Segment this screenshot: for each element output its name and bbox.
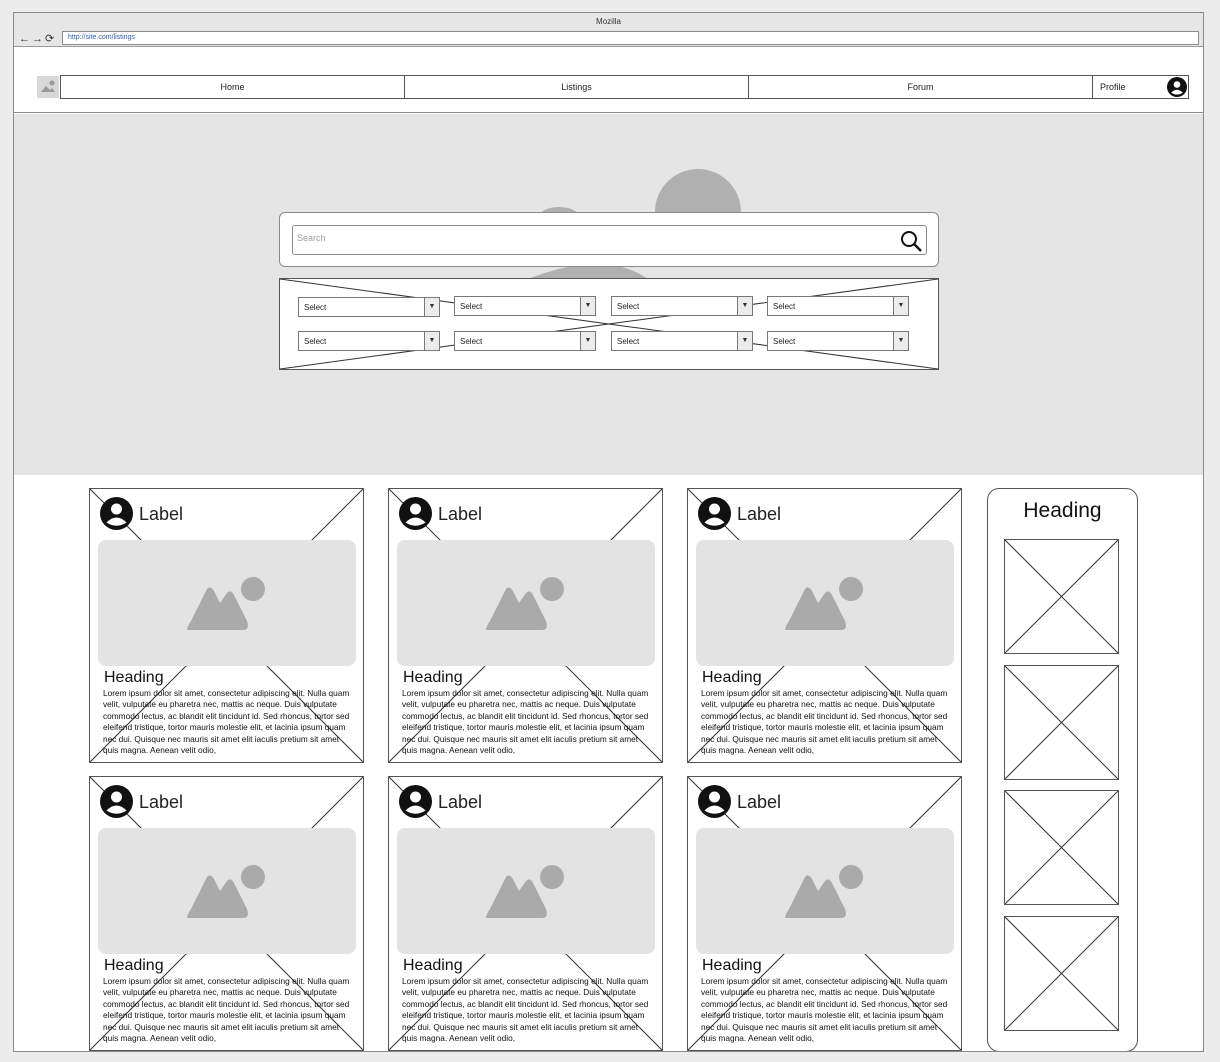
nav-home[interactable]: Home [61, 76, 405, 98]
chevron-down-icon: ▼ [893, 332, 908, 350]
card-image [696, 828, 954, 954]
card-label: Label [139, 504, 184, 525]
title-bar: Mozilla ←→⟳ http://site.com/listings [14, 13, 1203, 47]
chevron-down-icon: ▼ [424, 332, 439, 350]
filter-select-8[interactable]: Select ▼ [767, 331, 909, 351]
user-avatar-icon [399, 497, 432, 530]
filter-select-6[interactable]: Select ▼ [454, 331, 596, 351]
filter-placeholder-x [280, 279, 938, 369]
nav-profile[interactable]: Profile [1093, 76, 1188, 98]
card-body-text: Lorem ipsum dolor sit amet, consectetur … [701, 976, 948, 1044]
image-placeholder-x [1005, 540, 1118, 653]
image-placeholder-icon [187, 865, 265, 918]
window-title: Mozilla [596, 17, 621, 26]
filter-select-4[interactable]: Select ▼ [767, 296, 909, 316]
card-image [696, 540, 954, 666]
card-body-text: Lorem ipsum dolor sit amet, consectetur … [103, 688, 350, 756]
listing-card[interactable]: Label Heading Lorem ipsum dolor sit amet… [388, 488, 663, 763]
chevron-down-icon: ▼ [737, 332, 752, 350]
card-heading: Heading [403, 669, 463, 686]
card-image [397, 540, 655, 666]
hero-section: Select▼ Select▼ Select▼ Select▼ Select▼ … [14, 114, 1203, 475]
main-nav: Home Listings Forum Profile [60, 75, 1189, 99]
card-heading: Heading [403, 957, 463, 974]
filter-select-7[interactable]: Select ▼ [611, 331, 753, 351]
chevron-down-icon: ▼ [580, 332, 595, 350]
listing-card[interactable]: Label Heading Lorem ipsum dolor sit amet… [89, 488, 364, 763]
logo-image-icon[interactable] [37, 76, 59, 98]
search-input[interactable] [297, 233, 887, 243]
image-placeholder-icon [486, 577, 564, 630]
user-avatar-icon [1167, 77, 1187, 97]
filter-select-3[interactable]: Select ▼ [611, 296, 753, 316]
search-box[interactable] [292, 225, 927, 255]
address-bar[interactable]: http://site.com/listings [62, 31, 1199, 45]
card-heading: Heading [104, 669, 164, 686]
search-icon[interactable] [899, 229, 923, 253]
filter-select-1[interactable]: Select ▼ [298, 297, 440, 317]
user-avatar-icon [100, 497, 133, 530]
sidebar-thumbnail[interactable] [1004, 665, 1119, 780]
filter-panel: Select ▼ Select ▼ Select ▼ Select ▼ Select ▼ … [279, 278, 939, 370]
browser-nav-buttons[interactable]: ←→⟳ [19, 32, 56, 45]
listing-card[interactable]: Label Heading Lorem ipsum dolor sit amet… [89, 776, 364, 1051]
image-placeholder-icon [486, 865, 564, 918]
image-placeholder-x [1005, 666, 1118, 779]
listings-area: Label Heading Lorem ipsum dolor sit amet… [14, 475, 1203, 1051]
card-label: Label [438, 792, 483, 813]
sidebar-thumbnail[interactable] [1004, 916, 1119, 1031]
card-body-text: Lorem ipsum dolor sit amet, consectetur … [402, 976, 649, 1044]
image-placeholder-icon [785, 865, 863, 918]
user-avatar-icon [399, 785, 432, 818]
image-placeholder-icon [785, 577, 863, 630]
card-image [397, 828, 655, 954]
card-label: Label [438, 504, 483, 525]
card-label: Label [737, 504, 782, 525]
sidebar-panel: Heading [987, 488, 1138, 1051]
image-placeholder-x [1005, 917, 1118, 1030]
nav-forum[interactable]: Forum [749, 76, 1093, 98]
card-heading: Heading [104, 957, 164, 974]
user-avatar-icon [100, 785, 133, 818]
image-placeholder-icon [187, 577, 265, 630]
sidebar-thumbnail[interactable] [1004, 790, 1119, 905]
card-body-text: Lorem ipsum dolor sit amet, consectetur … [103, 976, 350, 1044]
chevron-down-icon: ▼ [893, 297, 908, 315]
chevron-down-icon: ▼ [580, 297, 595, 315]
chevron-down-icon: ▼ [737, 297, 752, 315]
chevron-down-icon: ▼ [424, 298, 439, 316]
filter-select-5[interactable]: Select ▼ [298, 331, 440, 351]
card-image [98, 540, 356, 666]
card-image [98, 828, 356, 954]
user-avatar-icon [698, 785, 731, 818]
browser-window: Mozilla ←→⟳ http://site.com/listings Hom… [13, 12, 1204, 1052]
card-label: Label [139, 792, 184, 813]
listing-card[interactable]: Label Heading Lorem ipsum dolor sit amet… [687, 488, 962, 763]
card-label: Label [737, 792, 782, 813]
card-heading: Heading [702, 957, 762, 974]
listing-card[interactable]: Label Heading Lorem ipsum dolor sit amet… [687, 776, 962, 1051]
search-panel [279, 212, 939, 267]
user-avatar-icon [698, 497, 731, 530]
sidebar-thumbnail[interactable] [1004, 539, 1119, 654]
filter-select-2[interactable]: Select ▼ [454, 296, 596, 316]
sidebar-heading: Heading [1023, 499, 1102, 522]
site-header: Home Listings Forum Profile [14, 48, 1203, 113]
nav-listings[interactable]: Listings [405, 76, 749, 98]
profile-label: Profile [1100, 82, 1126, 92]
listing-card[interactable]: Label Heading Lorem ipsum dolor sit amet… [388, 776, 663, 1051]
card-body-text: Lorem ipsum dolor sit amet, consectetur … [701, 688, 948, 756]
card-heading: Heading [702, 669, 762, 686]
card-body-text: Lorem ipsum dolor sit amet, consectetur … [402, 688, 649, 756]
image-placeholder-x [1005, 791, 1118, 904]
